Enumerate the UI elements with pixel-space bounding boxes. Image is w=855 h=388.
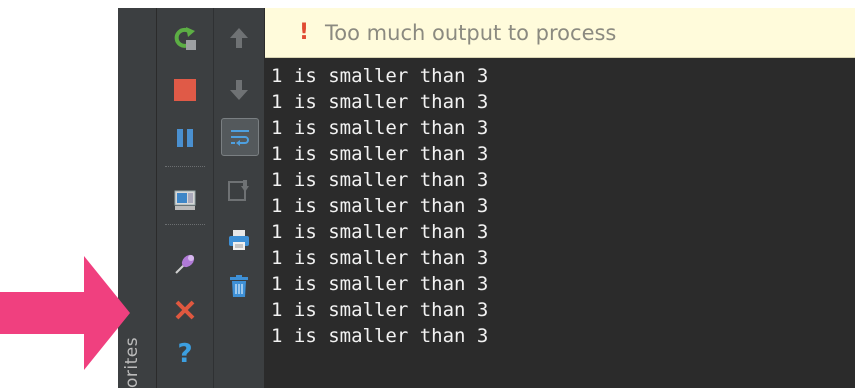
console-line: 1 is smaller than 3 <box>271 91 489 113</box>
too-much-output-banner: ! Too much output to process <box>265 8 855 58</box>
console-line: 1 is smaller than 3 <box>271 195 489 217</box>
console-toolbar <box>214 8 265 388</box>
toolbar-separator <box>165 224 205 225</box>
soft-wrap-icon <box>231 130 249 146</box>
console-line: 1 is smaller than 3 <box>271 169 489 191</box>
print-button[interactable] <box>223 224 255 256</box>
soft-wrap-toggle[interactable] <box>221 118 259 156</box>
console-line: 1 is smaller than 3 <box>271 143 489 165</box>
console-lines: 1 is smaller than 3 1 is smaller than 3 … <box>265 58 855 349</box>
pin-tab-button[interactable] <box>169 248 201 280</box>
console-line: 1 is smaller than 3 <box>271 117 489 139</box>
help-button[interactable]: ? <box>169 338 201 370</box>
clear-all-button[interactable] <box>223 270 255 302</box>
run-toolbar: ? <box>157 8 214 388</box>
up-arrow-icon <box>230 28 248 48</box>
print-icon <box>229 230 249 250</box>
run-tool-window: orites ? ! Too much output to process 1 … <box>118 8 855 388</box>
warning-icon: ! <box>299 20 310 45</box>
console-line: 1 is smaller than 3 <box>271 325 489 347</box>
stop-button[interactable] <box>169 74 201 106</box>
pause-button[interactable] <box>169 122 201 154</box>
next-occurrence-button[interactable] <box>223 74 255 106</box>
annotation-arrow-icon <box>0 256 130 370</box>
scroll-to-end-button[interactable] <box>223 174 255 206</box>
down-arrow-icon <box>230 80 248 100</box>
toolbar-separator <box>165 166 205 167</box>
rerun-button[interactable] <box>169 22 201 54</box>
close-button[interactable] <box>169 294 201 326</box>
help-icon: ? <box>177 339 193 369</box>
rerun-icon <box>174 27 196 50</box>
console-line: 1 is smaller than 3 <box>271 247 489 269</box>
clear-all-icon <box>230 275 248 297</box>
console-line: 1 is smaller than 3 <box>271 65 489 87</box>
console-output[interactable]: ! Too much output to process 1 is smalle… <box>265 8 855 388</box>
close-icon <box>175 300 195 320</box>
console-line: 1 is smaller than 3 <box>271 221 489 243</box>
console-line: 1 is smaller than 3 <box>271 299 489 321</box>
dump-threads-button[interactable] <box>169 184 201 216</box>
previous-occurrence-button[interactable] <box>223 22 255 54</box>
scroll-to-end-icon <box>228 180 249 201</box>
console-line: 1 is smaller than 3 <box>271 273 489 295</box>
banner-message: Too much output to process <box>325 20 617 45</box>
stop-icon <box>174 79 196 101</box>
pause-icon <box>177 129 193 147</box>
dump-threads-icon <box>174 190 196 210</box>
pin-tab-icon <box>175 254 195 274</box>
